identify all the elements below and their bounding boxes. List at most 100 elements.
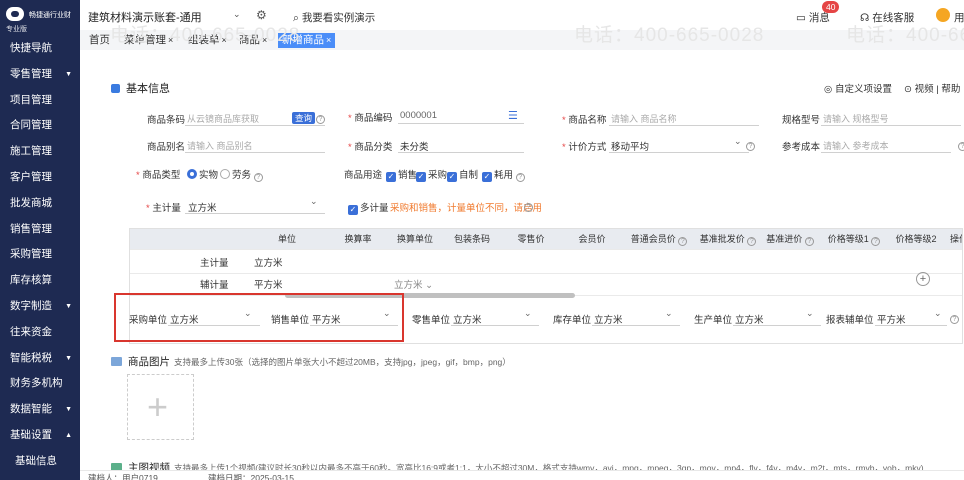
close-icon[interactable]: × [168, 35, 173, 45]
sidebar-item[interactable]: 采购管理 [0, 242, 80, 268]
sidebar-item[interactable]: 基础设置 ▲ [0, 423, 80, 449]
help-icon[interactable]: ? [958, 139, 964, 151]
barcode-input[interactable]: 从云镜商品库获取 [187, 112, 259, 125]
gear-icon[interactable]: ⚙ [256, 8, 267, 22]
sidebar-item[interactable]: 合同管理 [0, 113, 80, 139]
retail-unit-select[interactable]: 立方米 [453, 312, 482, 326]
field-underline [609, 125, 759, 126]
refcost-input[interactable]: 请输入 参考成本 [823, 139, 889, 152]
usage-consume-checkbox[interactable]: ✓ 耗用 ? [482, 167, 525, 182]
table-header-label: 价格等级1 [827, 234, 869, 244]
sidebar-item[interactable]: 快捷导航 [0, 36, 80, 62]
report-unit-select[interactable]: 平方米 [877, 312, 906, 326]
sidebar-item[interactable]: 往来资金 [0, 320, 80, 346]
tab-assembly[interactable]: 组装单 × [188, 33, 227, 48]
chevron-down-icon[interactable]: ⌄ [806, 308, 814, 319]
avatar[interactable] [936, 8, 950, 22]
list-icon[interactable]: ☰ [508, 109, 518, 122]
main-unit-select[interactable]: 立方米 [188, 200, 217, 214]
type-label-text: 商品类型 [142, 170, 181, 181]
category-select[interactable]: 未分类 [400, 139, 429, 153]
chevron-down-icon[interactable]: ⌄ [665, 308, 673, 319]
type-physical-radio[interactable]: 实物 [187, 167, 218, 181]
usage-sales-checkbox[interactable]: ✓ 销售 [386, 167, 417, 182]
tab-label: 首页 [89, 34, 110, 46]
chevron-down-icon: ▼ [65, 70, 72, 78]
tab-menu[interactable]: 菜单管理 × [124, 33, 173, 48]
row-conv-unit[interactable]: 立方米 ⌄ [394, 277, 433, 291]
sidebar-item[interactable]: 项目管理 [0, 88, 80, 114]
close-icon[interactable]: × [326, 35, 331, 45]
add-row-button[interactable]: + [916, 272, 930, 286]
tab-goods[interactable]: 商品 × [239, 33, 267, 48]
sidebar-item[interactable]: 财务多机构 [0, 371, 80, 397]
sidebar-item[interactable]: 智能税税 ▼ [0, 346, 80, 372]
user-label[interactable]: 用 [954, 10, 964, 25]
row-unit[interactable]: 平方米 [254, 277, 283, 291]
tab-new-goods[interactable]: 新增商品 × [278, 33, 336, 48]
pricing-label: * 计价方式 [562, 142, 607, 153]
service-button[interactable]: ☊ 在线客服 [860, 10, 914, 25]
close-icon[interactable]: × [262, 35, 267, 45]
sidebar-item-label: 数据智能 [10, 403, 52, 416]
sidebar-item[interactable]: 数据智能 ▼ [0, 397, 80, 423]
close-icon[interactable]: × [222, 35, 227, 45]
row-unit[interactable]: 立方米 [254, 255, 283, 269]
sidebar-item[interactable]: 基础信息 [0, 449, 80, 475]
usage-purchase-checkbox[interactable]: ✓ 采购 [416, 167, 447, 182]
headset-icon: ☊ [860, 12, 873, 24]
ledger-select[interactable]: 建筑材料演示账套-通用 [88, 9, 202, 25]
tab-label: 新增商品 [282, 34, 324, 46]
table-header: 价格等级1 ? [820, 229, 888, 249]
image-upload-box[interactable]: + [127, 374, 194, 440]
video-help-link[interactable]: ⊙ 视频 | 帮助 [904, 81, 960, 95]
section-basic-label: 基本信息 [126, 83, 170, 95]
table-header: 基准进价 ? [760, 229, 820, 249]
highlight-box [114, 293, 404, 342]
chevron-down-icon[interactable]: ⌄ [524, 308, 532, 319]
sidebar-item[interactable]: 销售管理 [0, 217, 80, 243]
stock-unit-label: 库存单位 [553, 315, 592, 326]
type-service-radio[interactable]: 劳务 ? [220, 167, 263, 182]
sidebar-item[interactable]: 零售管理 ▼ [0, 62, 80, 88]
code-label-text: 商品编码 [354, 113, 393, 124]
custom-options-link[interactable]: ◎ 自定义项设置 [824, 81, 892, 95]
help-icon[interactable]: ? [524, 200, 533, 212]
sidebar-item[interactable]: 数字制造 ▼ [0, 294, 80, 320]
sidebar-item[interactable]: 批发商城 [0, 191, 80, 217]
sidebar-item-label: 库存核算 [10, 274, 52, 287]
chevron-down-icon[interactable]: ⌄ [310, 196, 318, 207]
chevron-down-icon[interactable]: ⌄ [734, 136, 742, 147]
main-unit-label-text: 主计量 [152, 203, 181, 214]
demo-link[interactable]: ⌕ 我要看实例演示 [293, 10, 375, 25]
image-icon [111, 357, 122, 366]
creator-text: 建档人：用户0719 [88, 473, 158, 480]
alias-input[interactable]: 请输入 商品别名 [187, 139, 253, 152]
pricing-label-text: 计价方式 [568, 142, 607, 153]
usage-self-made-label: 自制 [459, 170, 479, 181]
pricing-select[interactable]: 移动平均 [611, 139, 649, 153]
spec-input[interactable]: 请输入 规格型号 [823, 112, 889, 125]
stock-unit-select[interactable]: 立方米 [594, 312, 623, 326]
multi-unit-checkbox[interactable]: ✓ 多计量 [348, 200, 389, 215]
sidebar-item[interactable]: 施工管理 [0, 139, 80, 165]
name-input[interactable]: 请输入 商品名称 [611, 112, 677, 125]
multi-unit-hint: 采购和销售，计量单位不同，请启用 [390, 203, 543, 214]
field-underline [609, 152, 749, 153]
production-unit-select[interactable]: 立方米 [735, 312, 764, 326]
chevron-down-icon[interactable]: ⌄ [934, 308, 942, 319]
search-icon: ⌕ [293, 12, 302, 24]
help-icon[interactable]: ? [316, 112, 325, 124]
barcode-query-button[interactable]: 查询 [292, 112, 316, 124]
code-input[interactable]: 0000001 [400, 110, 437, 121]
usage-sales-label: 销售 [398, 170, 418, 181]
sidebar-item[interactable]: 库存核算 [0, 268, 80, 294]
usage-self-made-checkbox[interactable]: ✓ 自制 [447, 167, 478, 182]
help-icon[interactable]: ? [746, 139, 755, 151]
sidebar-item[interactable]: 客户管理 [0, 165, 80, 191]
chevron-down-icon[interactable]: ⌄ [233, 9, 241, 20]
sidebar-item-label: 快捷导航 [10, 42, 52, 54]
help-icon[interactable]: ? [950, 312, 959, 324]
chevron-down-icon: ▼ [65, 406, 72, 414]
tab-home[interactable]: 首页 [89, 33, 110, 48]
